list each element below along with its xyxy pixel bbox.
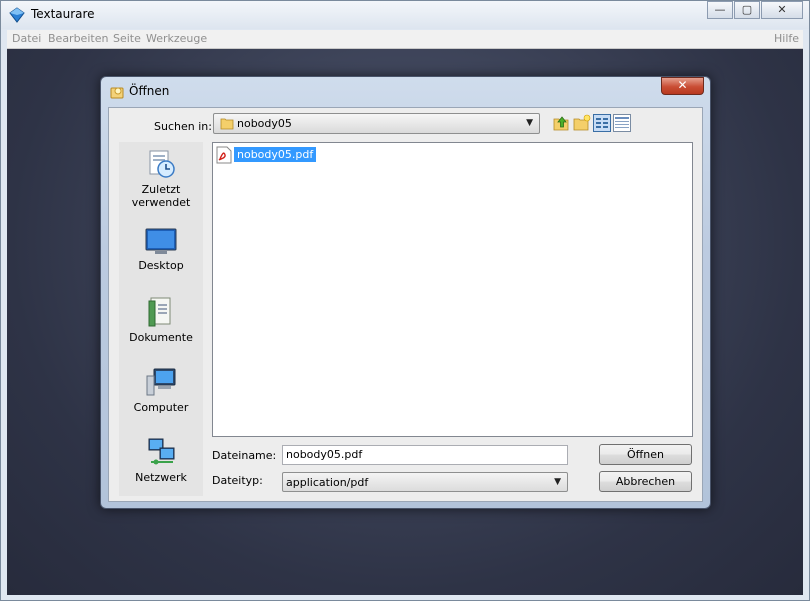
filetype-label: Dateityp: [212,474,263,487]
file-name: nobody05.pdf [234,147,317,162]
dialog-title: Öffnen [129,84,170,98]
close-icon: ✕ [677,78,688,92]
maximize-icon: ▢ [741,3,753,16]
app-logo-icon [9,7,25,23]
place-recent[interactable]: Zuletzt verwendet [119,148,203,209]
minimize-button[interactable]: — [707,1,733,19]
title-bar: Textaurare — ▢ ✕ [1,1,809,29]
place-documents-label: Dokumente [129,331,193,344]
look-in-value: nobody05 [237,117,292,130]
place-desktop[interactable]: Desktop [119,228,203,272]
open-dialog-icon [110,87,124,99]
computer-icon [146,368,176,396]
menu-bar: Datei Bearbeiten Seite Werkzeuge Hilfe [7,30,803,49]
maximize-button[interactable]: ▢ [734,1,760,19]
place-recent-label: Zuletzt verwendet [131,183,191,209]
network-icon [148,438,175,465]
menu-hilfe[interactable]: Hilfe [774,32,799,45]
menu-werkzeuge[interactable]: Werkzeuge [146,32,207,45]
list-view-icon[interactable] [593,114,611,132]
menu-seite[interactable]: Seite [113,32,141,45]
filename-input[interactable]: nobody05.pdf [282,445,568,465]
details-view-icon[interactable] [613,114,631,132]
chevron-down-icon: ▼ [526,118,533,128]
desktop-icon [145,228,177,254]
up-folder-icon[interactable] [553,114,571,132]
file-list[interactable]: nobody05.pdf [212,142,693,437]
open-dialog: Öffnen ✕ Suchen in: nobody05 ▼ Zuletzt v… [100,76,711,509]
new-folder-icon[interactable] [573,114,591,132]
place-computer-label: Computer [133,401,189,414]
look-in-label: Suchen in: [154,120,212,133]
filename-label: Dateiname: [212,449,277,462]
app-title: Textaurare [31,7,95,21]
minimize-icon: — [714,3,726,16]
dialog-body: Suchen in: nobody05 ▼ Zuletzt verwendet … [108,107,703,502]
place-network[interactable]: Netzwerk [119,436,203,484]
dialog-close-button[interactable]: ✕ [661,77,704,95]
close-button[interactable]: ✕ [761,1,803,19]
open-button[interactable]: Öffnen [599,444,692,465]
place-network-label: Netzwerk [135,471,187,484]
place-computer[interactable]: Computer [119,366,203,414]
place-documents[interactable]: Dokumente [119,296,203,344]
documents-icon [148,297,171,327]
close-icon: ✕ [777,3,787,16]
menu-bearbeiten[interactable]: Bearbeiten [48,32,108,45]
menu-datei[interactable]: Datei [12,32,41,45]
places-bar: Zuletzt verwendet Desktop Dokumente Comp… [119,142,203,496]
filetype-select[interactable]: application/pdf ▼ [282,472,568,492]
filetype-value: application/pdf [286,476,369,489]
cancel-button[interactable]: Abbrechen [599,471,692,492]
recent-places-icon [149,150,175,178]
chevron-down-icon: ▼ [554,477,561,487]
pdf-icon [216,146,232,164]
look-in-combo[interactable]: nobody05 ▼ [213,113,540,134]
folder-icon [220,118,234,130]
place-desktop-label: Desktop [138,259,184,272]
